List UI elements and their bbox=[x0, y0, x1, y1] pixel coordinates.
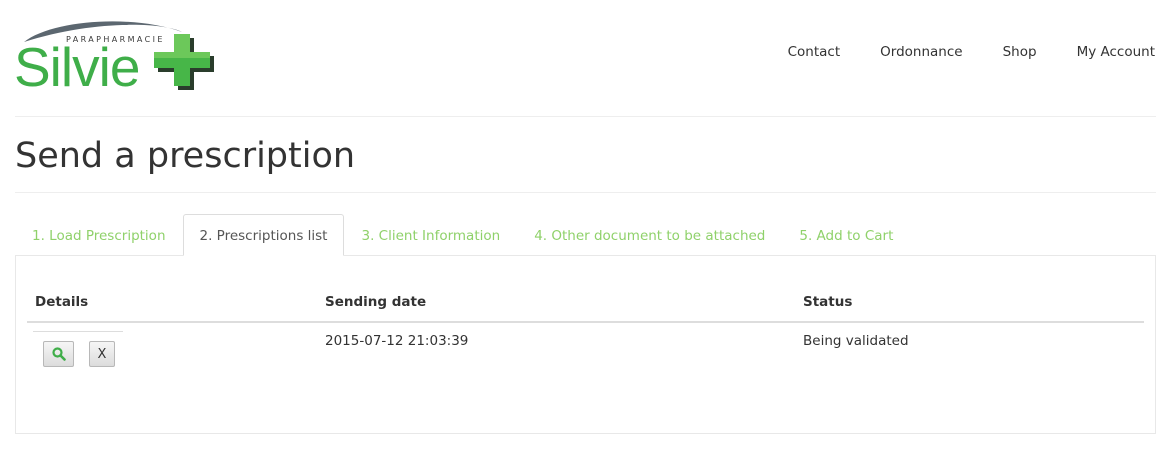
table-header: Details Sending date Status bbox=[27, 287, 1144, 323]
magnifier-icon bbox=[51, 347, 66, 361]
header-status: Status bbox=[803, 294, 853, 310]
site-logo[interactable]: PARAPHARMACIE Silvie bbox=[12, 14, 218, 98]
header-details: Details bbox=[35, 294, 89, 310]
header-sending-date: Sending date bbox=[325, 294, 427, 310]
table-row: X 2015-07-12 21:03:39 Being validated bbox=[27, 323, 1144, 383]
tab-panel: Details Sending date Status X 2015-07-12… bbox=[15, 255, 1156, 434]
tab-other-document[interactable]: 4. Other document to be attached bbox=[517, 214, 782, 256]
sending-date-cell: 2015-07-12 21:03:39 bbox=[325, 333, 469, 349]
nav-contact[interactable]: Contact bbox=[788, 44, 841, 60]
nav-ordonnance[interactable]: Ordonnance bbox=[880, 44, 962, 60]
status-cell: Being validated bbox=[803, 333, 909, 349]
tab-add-to-cart[interactable]: 5. Add to Cart bbox=[782, 214, 910, 256]
nav-shop[interactable]: Shop bbox=[1003, 44, 1037, 60]
tab-load-prescription[interactable]: 1. Load Prescription bbox=[15, 214, 183, 256]
title-divider bbox=[15, 192, 1156, 193]
delete-prescription-button[interactable]: X bbox=[89, 341, 115, 367]
tab-client-information[interactable]: 3. Client Information bbox=[344, 214, 517, 256]
prescriptions-table: Details Sending date Status X 2015-07-12… bbox=[27, 287, 1144, 383]
page-title: Send a prescription bbox=[15, 136, 356, 176]
details-cell-divider bbox=[33, 331, 123, 332]
step-tabs: 1. Load Prescription 2. Prescriptions li… bbox=[15, 214, 910, 256]
pharmacy-cross-icon bbox=[154, 34, 214, 90]
main-nav: Contact Ordonnance Shop My Account bbox=[748, 44, 1155, 60]
site-header: PARAPHARMACIE Silvie Contact Ordonnance … bbox=[0, 0, 1174, 117]
header-divider bbox=[15, 116, 1156, 117]
tab-prescriptions-list[interactable]: 2. Prescriptions list bbox=[182, 214, 345, 256]
logo-wordmark: Silvie bbox=[14, 36, 140, 98]
view-prescription-button[interactable] bbox=[43, 341, 74, 367]
nav-my-account[interactable]: My Account bbox=[1077, 44, 1155, 60]
